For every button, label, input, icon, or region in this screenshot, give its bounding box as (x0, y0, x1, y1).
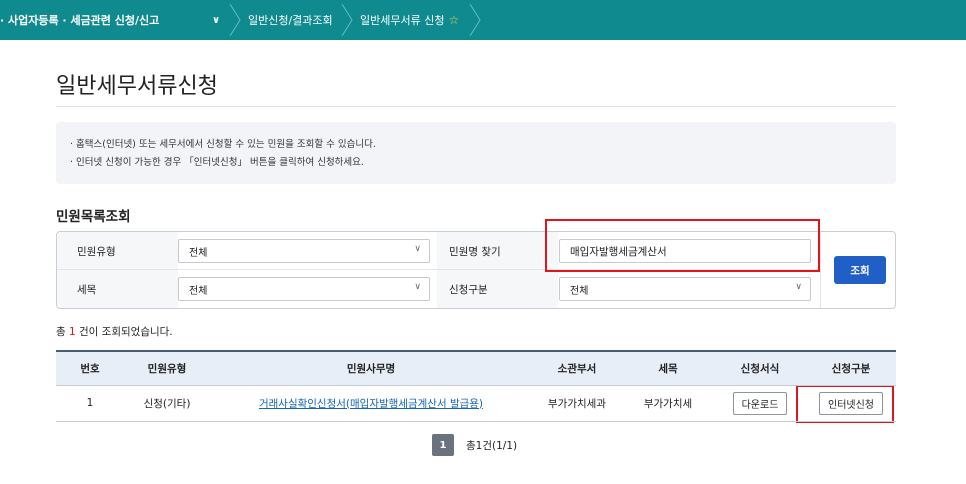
highlight-box-search-input (545, 219, 820, 272)
result-count: 총 1 건이 조회되었습니다. (56, 324, 173, 339)
title-divider (56, 106, 896, 107)
notice-line-1: · 홈택스(인터넷) 또는 세무서에서 신청할 수 있는 민원을 조회할 수 있… (70, 139, 376, 150)
notice-line-2: · 인터넷 신청이 가능한 경우 「인터넷신청」 버튼을 클릭하여 신청하세요. (70, 157, 364, 168)
header-form: 신청서식 (714, 350, 806, 386)
tax-select-value: 전체 (189, 285, 208, 297)
breadcrumb-separator-icon (228, 3, 242, 37)
result-count-prefix: 총 (56, 326, 69, 338)
table-header-row: 번호 민원유형 민원사무명 소관부서 세목 신청서식 신청구분 (56, 350, 896, 386)
header-apply: 신청구분 (806, 350, 896, 386)
favorite-star-icon[interactable]: ☆ (448, 13, 459, 27)
header-no: 번호 (56, 350, 124, 386)
cell-form: 다운로드 (714, 385, 806, 422)
breadcrumb-separator-icon (468, 3, 482, 37)
breadcrumb-general-apply[interactable]: 일반신청/결과조회 (248, 0, 333, 40)
pagination: 1 총1건(1/1) (432, 434, 517, 456)
apply-type-label: 신청구분 (449, 283, 488, 296)
cell-type: 신청(기타) (124, 385, 210, 422)
chevron-down-icon: ∨ (414, 244, 421, 254)
page-title: 일반세무서류신청 (56, 74, 218, 99)
internet-apply-button[interactable]: 인터넷신청 (819, 391, 883, 415)
apply-type-select-value: 전체 (570, 285, 589, 297)
chevron-down-icon: ∨ (414, 282, 421, 292)
section-title: 민원목록조회 (56, 209, 131, 225)
notice-box: · 홈택스(인터넷) 또는 세무서에서 신청할 수 있는 민원을 조회할 수 있… (56, 122, 896, 184)
search-row-2: 세목 전체 ∨ 신청구분 전체 ∨ (57, 270, 820, 308)
results-table: 번호 민원유형 민원사무명 소관부서 세목 신청서식 신청구분 1 신청(기타)… (56, 350, 896, 422)
chevron-down-icon: ∨ (795, 282, 802, 292)
cell-tax: 부가가치세 (622, 385, 714, 422)
type-label: 민원유형 (77, 245, 116, 258)
page-button-1[interactable]: 1 (432, 434, 454, 456)
breadcrumb-current-label: 일반세무서류 신청 (360, 14, 445, 27)
result-count-number: 1 (69, 326, 76, 338)
type-select[interactable]: 전체 ∨ (178, 239, 430, 263)
chevron-down-icon: ∨ (212, 14, 221, 26)
breadcrumb-bar: · 사업자등록 · 세금관련 신청/신고 ∨ 일반신청/결과조회 일반세무서류 … (0, 0, 966, 40)
tax-select[interactable]: 전체 ∨ (178, 277, 430, 301)
pagination-summary: 총1건(1/1) (466, 439, 518, 452)
header-type: 민원유형 (124, 350, 210, 386)
breadcrumb-general-apply-label: 일반신청/결과조회 (248, 14, 333, 27)
header-tax: 세목 (622, 350, 714, 386)
breadcrumb-dropdown[interactable]: ∨ (212, 0, 220, 40)
type-select-value: 전체 (189, 247, 208, 259)
breadcrumb-current: 일반세무서류 신청 ☆ (360, 0, 459, 40)
table-row: 1 신청(기타) 거래사실확인신청서(매입자발행세금계산서 발급용) 부가가치세… (56, 385, 896, 422)
breadcrumb-separator-icon (340, 3, 354, 37)
civil-service-name-link[interactable]: 거래사실확인신청서(매입자발행세금계산서 발급용) (210, 385, 532, 422)
apply-type-select[interactable]: 전체 ∨ (559, 277, 811, 301)
cell-dept: 부가가치세과 (532, 385, 622, 422)
header-dept: 소관부서 (532, 350, 622, 386)
cell-no: 1 (56, 385, 124, 422)
header-name: 민원사무명 (210, 350, 532, 386)
tax-label: 세목 (77, 283, 97, 296)
name-label: 민원명 찾기 (449, 245, 501, 258)
cell-apply: 인터넷신청 (806, 385, 896, 422)
download-button[interactable]: 다운로드 (732, 391, 788, 415)
result-count-suffix: 건이 조회되었습니다. (75, 326, 173, 338)
breadcrumb-root[interactable]: · 사업자등록 · 세금관련 신청/신고 (0, 0, 159, 40)
search-button[interactable]: 조회 (834, 256, 886, 284)
breadcrumb-root-label: · 사업자등록 · 세금관련 신청/신고 (0, 14, 160, 27)
